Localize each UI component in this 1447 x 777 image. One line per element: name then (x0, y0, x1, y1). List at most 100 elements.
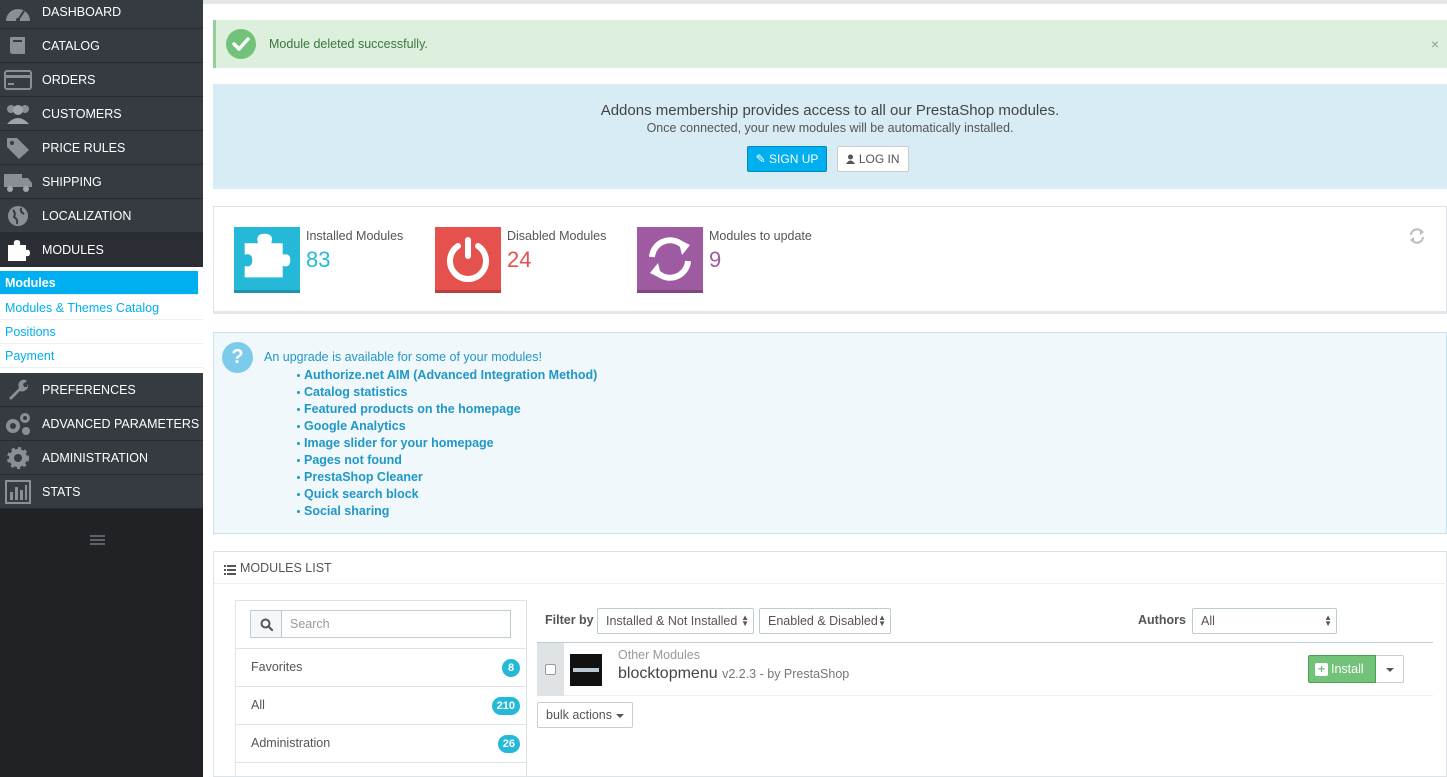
status-filter-select[interactable]: Enabled & Disabled ▲ ▼ (759, 608, 891, 634)
upgrade-module-link[interactable]: Catalog statistics (296, 384, 597, 401)
addons-subtitle: Once connected, your new modules will be… (646, 121, 1014, 135)
sidebar: DASHBOARD CATALOG ORDERS CUSTOMERS PRICE… (0, 0, 203, 777)
authors-value: All (1201, 614, 1215, 628)
caret-down-icon (616, 714, 624, 718)
globe-icon (3, 202, 33, 230)
nav-shipping-label: SHIPPING (42, 175, 102, 189)
success-alert: Module deleted successfully. × (213, 20, 1447, 68)
submenu-modules-themes-catalog[interactable]: Modules & Themes Catalog (0, 296, 203, 320)
install-button[interactable]: + Install (1308, 655, 1376, 683)
log-in-label: LOG IN (858, 152, 900, 166)
row-checkbox[interactable] (545, 664, 556, 675)
category-label: All (251, 698, 265, 712)
nav-preferences[interactable]: PREFERENCES (0, 373, 203, 407)
nav-customers[interactable]: CUSTOMERS (0, 97, 203, 131)
stat-installed-value: 83 (306, 247, 331, 272)
module-name-line: blocktopmenu v2.2.3 - by PrestaShop (618, 665, 849, 683)
user-icon (846, 152, 858, 166)
nav-orders[interactable]: ORDERS (0, 63, 203, 97)
truck-icon (3, 168, 33, 196)
check-icon (226, 29, 256, 59)
puzzle-icon (234, 227, 300, 293)
module-stats-panel: Installed Modules 83 Disabled Modules 24… (213, 206, 1447, 314)
upgrade-module-link[interactable]: Authorize.net AIM (Advanced Integration … (296, 367, 597, 384)
bar-chart-icon (3, 478, 33, 506)
upgrade-module-link[interactable]: Pages not found (296, 452, 597, 469)
main-content: Module deleted successfully. × Addons me… (203, 0, 1447, 777)
install-filter-select[interactable]: Installed & Not Installed ▲ ▼ (597, 608, 754, 634)
nav-advanced-parameters-label: ADVANCED PARAMETERS (42, 417, 200, 431)
upgrade-heading: An upgrade is available for some of your… (264, 350, 542, 364)
nav-shipping[interactable]: SHIPPING (0, 165, 203, 199)
module-logo (570, 654, 602, 686)
submenu-payment[interactable]: Payment (0, 344, 203, 368)
stat-disabled-value: 24 (507, 247, 532, 272)
nav-administration[interactable]: ADMINISTRATION (0, 441, 203, 475)
upgrade-module-link[interactable]: Google Analytics (296, 418, 597, 435)
module-version: v2.2.3 - by PrestaShop (722, 667, 850, 681)
category-administration[interactable]: Administration 26 (236, 724, 526, 762)
stat-installed-label: Installed Modules (306, 229, 404, 243)
category-favorites[interactable]: Favorites 8 (236, 648, 526, 686)
sign-up-button[interactable]: ✎ SIGN UP (747, 146, 827, 172)
plus-icon: + (1315, 663, 1328, 676)
nav-localization-label: LOCALIZATION (42, 209, 132, 223)
upgrade-module-link[interactable]: Social sharing (296, 503, 597, 520)
row-select-cell (537, 643, 564, 696)
category-all[interactable]: All 210 (236, 686, 526, 724)
select-arrows-icon: ▲ ▼ (741, 613, 749, 628)
submenu-modules[interactable]: Modules (0, 271, 198, 295)
upgrade-module-link[interactable]: Image slider for your homepage (296, 435, 597, 452)
question-icon: ? (222, 342, 253, 373)
nav-dashboard-label: DASHBOARD (42, 5, 122, 19)
collapse-menu-icon[interactable] (90, 535, 105, 546)
nav-catalog[interactable]: CATALOG (0, 29, 203, 63)
bulk-actions-label: bulk actions (546, 708, 613, 722)
reload-icon[interactable] (1408, 227, 1426, 245)
submenu-positions[interactable]: Positions (0, 320, 203, 344)
module-search (250, 610, 512, 638)
module-row: Other Modules blocktopmenu v2.2.3 - by P… (537, 642, 1433, 696)
dashboard-icon (3, 0, 33, 26)
top-border (203, 0, 1447, 4)
upgrade-module-link[interactable]: Featured products on the homepage (296, 401, 597, 418)
authors-select[interactable]: All ▲ ▼ (1192, 608, 1337, 634)
nav-orders-label: ORDERS (42, 73, 96, 87)
stat-update-value: 9 (709, 247, 722, 272)
puzzle-icon (3, 236, 33, 264)
nav-price-rules-label: PRICE RULES (42, 141, 126, 155)
addons-banner: Addons membership provides access to all… (213, 84, 1447, 189)
nav-price-rules[interactable]: PRICE RULES (0, 131, 203, 165)
nav-dashboard[interactable]: DASHBOARD (0, 0, 203, 29)
nav-stats[interactable]: STATS (0, 475, 203, 509)
search-input[interactable] (281, 610, 511, 638)
log-in-button[interactable]: LOG IN (837, 146, 909, 172)
category-sidebar: Favorites 8 All 210 Administration 26 (235, 600, 527, 777)
list-icon (224, 563, 236, 575)
nav-advanced-parameters[interactable]: ADVANCED PARAMETERS (0, 407, 203, 441)
nav-stats-label: STATS (42, 485, 81, 499)
upgrade-module-link[interactable]: PrestaShop Cleaner (296, 469, 597, 486)
filter-by-label: Filter by (545, 613, 594, 627)
users-icon (3, 100, 33, 128)
pencil-icon: ✎ (755, 152, 766, 166)
nav-administration-label: ADMINISTRATION (42, 451, 149, 465)
nav-modules-label: MODULES (42, 243, 104, 257)
bulk-actions-button[interactable]: bulk actions (537, 702, 633, 728)
stat-update-label: Modules to update (709, 229, 812, 243)
upgrade-notice: ? An upgrade is available for some of yo… (213, 332, 1447, 534)
book-icon (3, 32, 33, 60)
status-filter-value: Enabled & Disabled (768, 614, 878, 628)
nav-localization[interactable]: LOCALIZATION (0, 199, 203, 233)
upgrade-module-link[interactable]: Quick search block (296, 486, 597, 503)
modules-list-panel: MODULES LIST Favorites 8 All 210 Adminis… (213, 551, 1447, 777)
category-next[interactable] (236, 762, 526, 777)
install-dropdown-toggle[interactable] (1376, 655, 1404, 683)
search-icon[interactable] (250, 610, 282, 638)
close-icon[interactable]: × (1431, 36, 1439, 52)
category-count-badge: 210 (491, 697, 520, 715)
modules-list-header: MODULES LIST (214, 552, 1447, 584)
module-category: Other Modules (618, 648, 700, 662)
nav-modules[interactable]: MODULES (0, 233, 203, 267)
power-icon (435, 227, 501, 293)
